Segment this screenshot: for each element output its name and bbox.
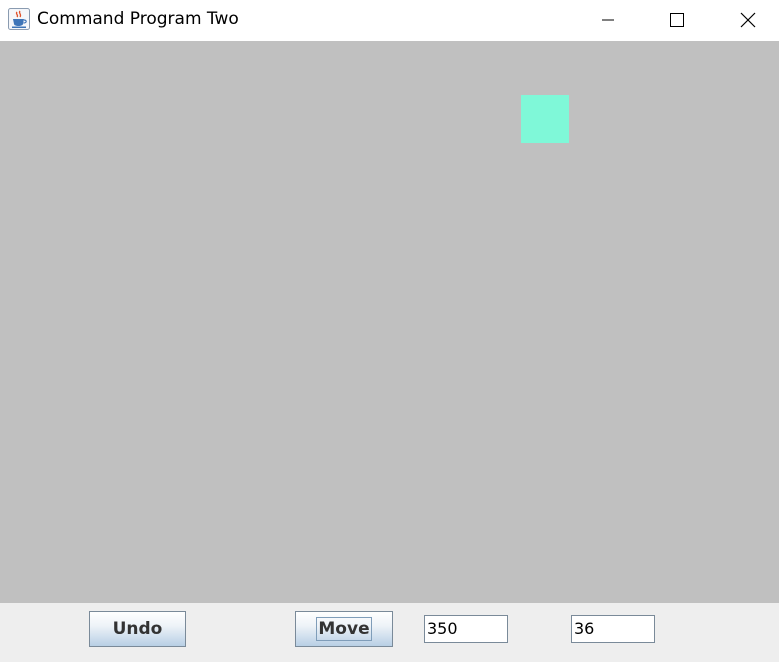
drawing-canvas[interactable] (0, 41, 779, 603)
close-button[interactable] (725, 0, 771, 39)
move-button-label: Move (316, 617, 372, 641)
square-shape[interactable] (521, 95, 569, 143)
minimize-icon (602, 19, 614, 20)
move-button[interactable]: Move (295, 611, 393, 647)
maximize-button[interactable] (654, 0, 700, 39)
window-title: Command Program Two (37, 9, 239, 29)
maximize-icon (670, 12, 684, 27)
minimize-button[interactable] (585, 0, 631, 39)
title-bar[interactable]: Command Program Two (0, 0, 779, 41)
y-coordinate-field[interactable]: 36 (571, 615, 655, 643)
x-coordinate-field[interactable]: 350 (424, 615, 508, 643)
java-cup-icon (8, 8, 30, 30)
close-icon (740, 12, 756, 27)
undo-button[interactable]: Undo (89, 611, 186, 647)
control-panel: Undo Move 350 36 (0, 603, 779, 662)
